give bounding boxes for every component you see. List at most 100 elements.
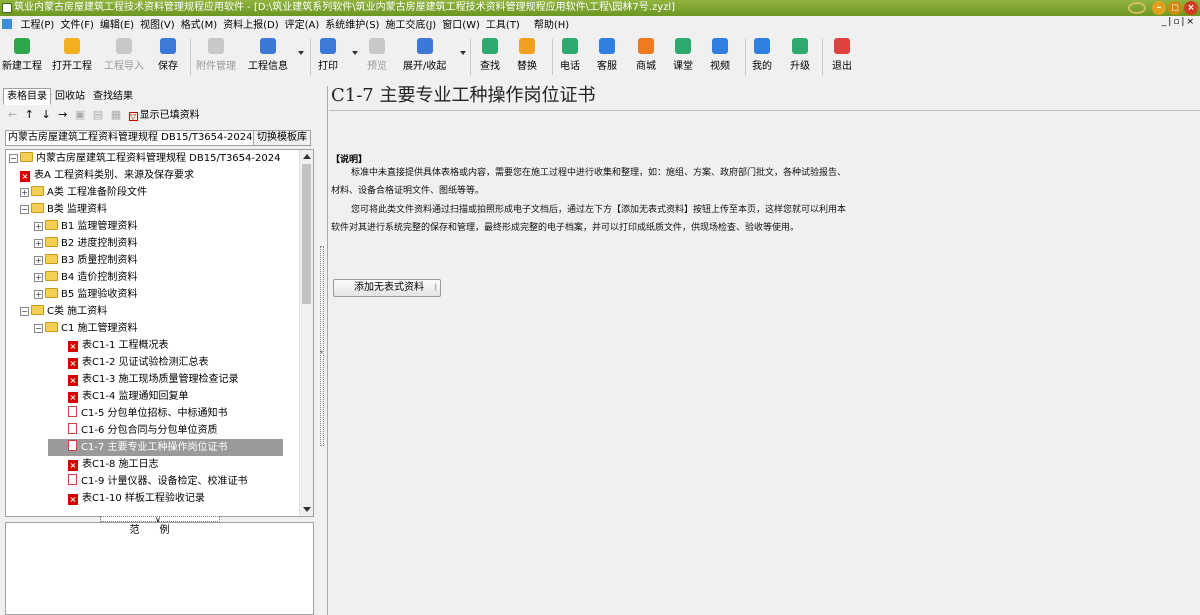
toolbar-button[interactable]: 我的	[752, 37, 772, 77]
collapse-icon[interactable]: −	[34, 324, 43, 333]
tree-node[interactable]: + B1 监理管理资料	[34, 218, 137, 235]
paste-icon[interactable]: ▤	[93, 108, 103, 122]
down-arrow-icon[interactable]: ↓	[41, 108, 50, 122]
toolbar-button[interactable]: 工程信息	[248, 37, 288, 77]
expand-icon[interactable]: +	[34, 273, 43, 282]
tree-node[interactable]: − C类 施工资料	[20, 303, 107, 320]
expand-icon[interactable]: +	[20, 188, 29, 197]
dropdown-arrow-icon[interactable]	[460, 51, 466, 55]
expand-icon[interactable]: +	[34, 222, 43, 231]
chevron-left-icon[interactable]: ‹	[320, 348, 323, 356]
toolbar-button[interactable]: 保存	[158, 37, 178, 77]
scroll-down-icon[interactable]	[303, 507, 311, 512]
collapse-icon[interactable]: −	[20, 307, 29, 316]
expand-icon[interactable]: +	[34, 256, 43, 265]
toolbar-button[interactable]: 客服	[597, 37, 617, 77]
tree-node-label: 内蒙古房屋建筑工程资料管理规程 DB15/T3654-2024	[36, 153, 281, 164]
copy-icon[interactable]: ▣	[75, 108, 85, 122]
toolbar-button[interactable]: 升级	[790, 37, 810, 77]
toolbar-button[interactable]: 电话	[560, 37, 580, 77]
dropdown-arrow-icon[interactable]	[298, 51, 304, 55]
menu-item[interactable]: 系统维护(S)	[322, 18, 382, 34]
tab-0[interactable]: 表格目录	[3, 88, 51, 105]
toolbar-button[interactable]: 退出	[832, 37, 852, 77]
toolbar-button[interactable]: 打印	[318, 37, 338, 77]
toolbar-button-label: 保存	[158, 61, 178, 72]
forward-arrow-icon[interactable]: →	[58, 108, 67, 122]
scroll-thumb[interactable]	[302, 164, 311, 304]
up-arrow-icon[interactable]: ↑	[25, 108, 34, 122]
tree-node[interactable]: − C1 施工管理资料	[34, 320, 138, 337]
tree-node[interactable]: × 表C1-1 工程概况表	[48, 337, 169, 354]
toolbar-button[interactable]: 打开工程	[52, 37, 92, 77]
tree-node[interactable]: × 表C1-10 样板工程验收记录	[48, 490, 205, 507]
tree-node[interactable]: × 表C1-3 施工现场质量管理检查记录	[48, 371, 239, 388]
tree-node[interactable]: + B5 监理验收资料	[34, 286, 137, 303]
table-form-icon: ×	[68, 358, 78, 369]
tree-node[interactable]: × 表A 工程资料类别、来源及保存要求	[20, 167, 194, 184]
toolbar-button[interactable]: 替换	[517, 37, 537, 77]
toolbar-button[interactable]: 商城	[636, 37, 656, 77]
add-untabled-material-button[interactable]: 添加无表式资料 ⌇	[333, 279, 441, 297]
toolbar-button[interactable]: 展开/收起	[403, 37, 446, 77]
vertical-splitter[interactable]: ‹	[318, 86, 326, 615]
toolbar-button-label: 展开/收起	[403, 61, 447, 72]
tree-node[interactable]: × 表C1-4 监理通知回复单	[48, 388, 189, 405]
menu-item[interactable]: 编辑(E)	[97, 18, 137, 34]
scroll-up-icon[interactable]	[303, 154, 311, 159]
tree-node[interactable]: C1-5 分包单位招标、中标通知书	[48, 405, 228, 422]
replace-icon	[519, 38, 535, 54]
tree-node[interactable]: − B类 监理资料	[20, 201, 107, 218]
menu-item[interactable]: 视图(V)	[137, 18, 178, 34]
tree-node[interactable]: C1-7 主要专业工种操作岗位证书	[48, 439, 283, 456]
menu-item[interactable]: 工具(T)	[483, 18, 523, 34]
switch-template-button[interactable]: 切换模板库	[253, 131, 310, 145]
expand-icon[interactable]: +	[34, 290, 43, 299]
toolbar-button[interactable]: 视频	[710, 37, 730, 77]
toolbar-button[interactable]: 预览	[367, 37, 387, 77]
tree-scrollbar[interactable]	[299, 150, 313, 516]
close-button[interactable]: ×	[1184, 1, 1198, 15]
expand-icon[interactable]: +	[34, 239, 43, 248]
toolbar-button[interactable]: 查找	[480, 37, 500, 77]
save-icon	[160, 38, 176, 54]
minimize-button[interactable]: –	[1152, 1, 1166, 15]
dropdown-arrow-icon[interactable]	[352, 51, 358, 55]
collapse-icon[interactable]: −	[20, 205, 29, 214]
headset-icon	[599, 38, 615, 54]
menu-item[interactable]: 文件(F)	[57, 18, 97, 34]
toolbar-button-label: 新建工程	[2, 61, 42, 72]
tree-node[interactable]: × 表C1-2 见证试验检测汇总表	[48, 354, 209, 371]
show-filled-checkbox[interactable]: ▽ 显示已填资料	[128, 109, 204, 123]
toolbar-button[interactable]: 新建工程	[2, 37, 42, 77]
menu-item[interactable]: 评定(A)	[282, 18, 323, 34]
tree-node[interactable]: − 内蒙古房屋建筑工程资料管理规程 DB15/T3654-2024	[9, 150, 280, 167]
tab-1[interactable]: 回收站	[51, 88, 89, 105]
menu-item[interactable]: 帮助(H)	[531, 18, 572, 34]
menu-item[interactable]: 资料上报(D)	[220, 18, 282, 34]
tree-node[interactable]: + B2 进度控制资料	[34, 235, 137, 252]
toolbar-button[interactable]: 课堂	[673, 37, 693, 77]
delete-table-icon[interactable]: ▦	[111, 108, 121, 122]
tree-node[interactable]: C1-9 计量仪器、设备检定、校准证书	[48, 473, 248, 490]
menu-item[interactable]: 施工交底(J)	[382, 18, 439, 34]
back-arrow-icon[interactable]: ←	[8, 108, 17, 122]
collapse-icon[interactable]: −	[9, 154, 18, 163]
maximize-button[interactable]: ◻	[1168, 1, 1182, 15]
tree-node[interactable]: + B4 造价控制资料	[34, 269, 137, 286]
toolbar-button[interactable]: 附件管理	[196, 37, 236, 77]
toolbar: 新建工程 打开工程 工程导入 保存 附件管理 工程信息 打印 预览 展开/收起 查找 替换 电话 客服 商…	[0, 35, 1200, 79]
tree-node[interactable]: C1-6 分包合同与分包单位资质	[48, 422, 218, 439]
menu-item[interactable]: 窗口(W)	[439, 18, 483, 34]
mdi-controls[interactable]: _|▫|×	[1162, 17, 1196, 27]
menu-item[interactable]: 格式(M)	[178, 18, 220, 34]
splitter-grip[interactable]	[320, 246, 324, 446]
app-menu-icon[interactable]	[2, 19, 12, 29]
tree-node[interactable]: + B3 质量控制资料	[34, 252, 137, 269]
toolbar-button[interactable]: 工程导入	[104, 37, 144, 77]
menu-item[interactable]: 工程(P)	[18, 18, 58, 34]
tab-2[interactable]: 查找结果	[89, 88, 137, 105]
tree-node-label: B4 造价控制资料	[61, 272, 138, 283]
tree-node[interactable]: + A类 工程准备阶段文件	[20, 184, 147, 201]
tree-node[interactable]: × 表C1-8 施工日志	[48, 456, 159, 473]
